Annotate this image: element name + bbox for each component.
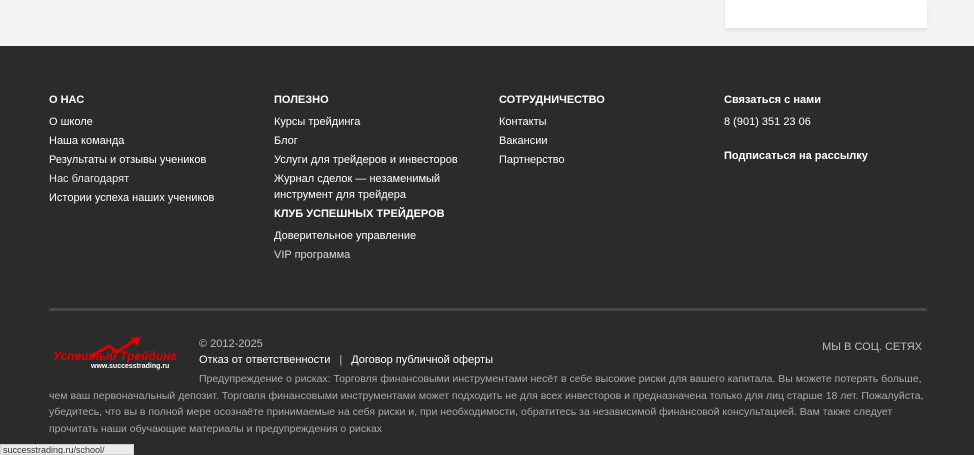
legal-links: Отказ от ответственности | Договор публичн… [199,354,493,366]
footer-column-contact: Связаться с нами 8 (901) 351 23 06 Подпи… [724,94,868,169]
link-trade-journal-line2[interactable]: инструмент для трейдера [274,189,458,202]
content-card [725,0,927,28]
link-trust-management[interactable]: Доверительное управление [274,230,458,243]
social-label: МЫ В СОЦ. СЕТЯХ [822,341,922,353]
about-heading: О НАС [49,94,85,106]
footer-column-about: О НАС О школе Наша команда Результаты и … [49,94,214,211]
link-blog[interactable]: Блог [274,135,458,148]
phone-link[interactable]: 8 (901) 351 23 06 [724,116,868,129]
link-vip-program[interactable]: VIP программа [274,249,458,262]
link-results-reviews[interactable]: Результаты и отзывы учеников [49,154,214,167]
link-thanks[interactable]: Нас благодарят [49,173,214,186]
footer-column-useful: ПОЛЕЗНО Курсы трейдинга Блог Услуги для … [274,94,458,268]
link-trade-journal-line1[interactable]: Журнал сделок — незаменимый [274,173,458,186]
copyright: © 2012-2025 [199,338,263,350]
partners-heading: СОТРУДНИЧЕСТВО [499,94,605,106]
link-partnership[interactable]: Партнерство [499,154,605,167]
footer-column-partners: СОТРУДНИЧЕСТВО Контакты Вакансии Партнер… [499,94,605,173]
link-success-stories[interactable]: Истории успеха наших учеников [49,192,214,205]
footer-divider [49,308,927,311]
contact-heading: Связаться с нами [724,94,821,106]
logo-url: www.successtrading.ru [91,363,170,370]
link-our-team[interactable]: Наша команда [49,135,214,148]
link-contacts[interactable]: Контакты [499,116,605,129]
public-offer-link[interactable]: Договор публичной оферты [351,354,493,366]
link-trading-courses[interactable]: Курсы трейдинга [274,116,458,129]
link-services[interactable]: Услуги для трейдеров и инвесторов [274,154,458,167]
risk-warning: Предупреждение о рисках: Торговля финанс… [49,373,924,435]
link-vacancies[interactable]: Вакансии [499,135,605,148]
site-footer: О НАС О школе Наша команда Результаты и … [0,46,974,455]
useful-heading: ПОЛЕЗНО [274,94,329,106]
club-heading: КЛУБ УСПЕШНЫХ ТРЕЙДЕРОВ [274,208,445,220]
subscribe-link[interactable]: Подписаться на рассылку [724,150,868,163]
browser-status-url: successtrading.ru/school/ [0,444,134,455]
legal-separator: | [339,354,343,366]
disclaimer-link[interactable]: Отказ от ответственности [199,354,330,366]
link-about-school[interactable]: О школе [49,116,214,129]
logo-text: Успешный Трейдинг [53,349,177,363]
page-top-area [0,0,974,46]
